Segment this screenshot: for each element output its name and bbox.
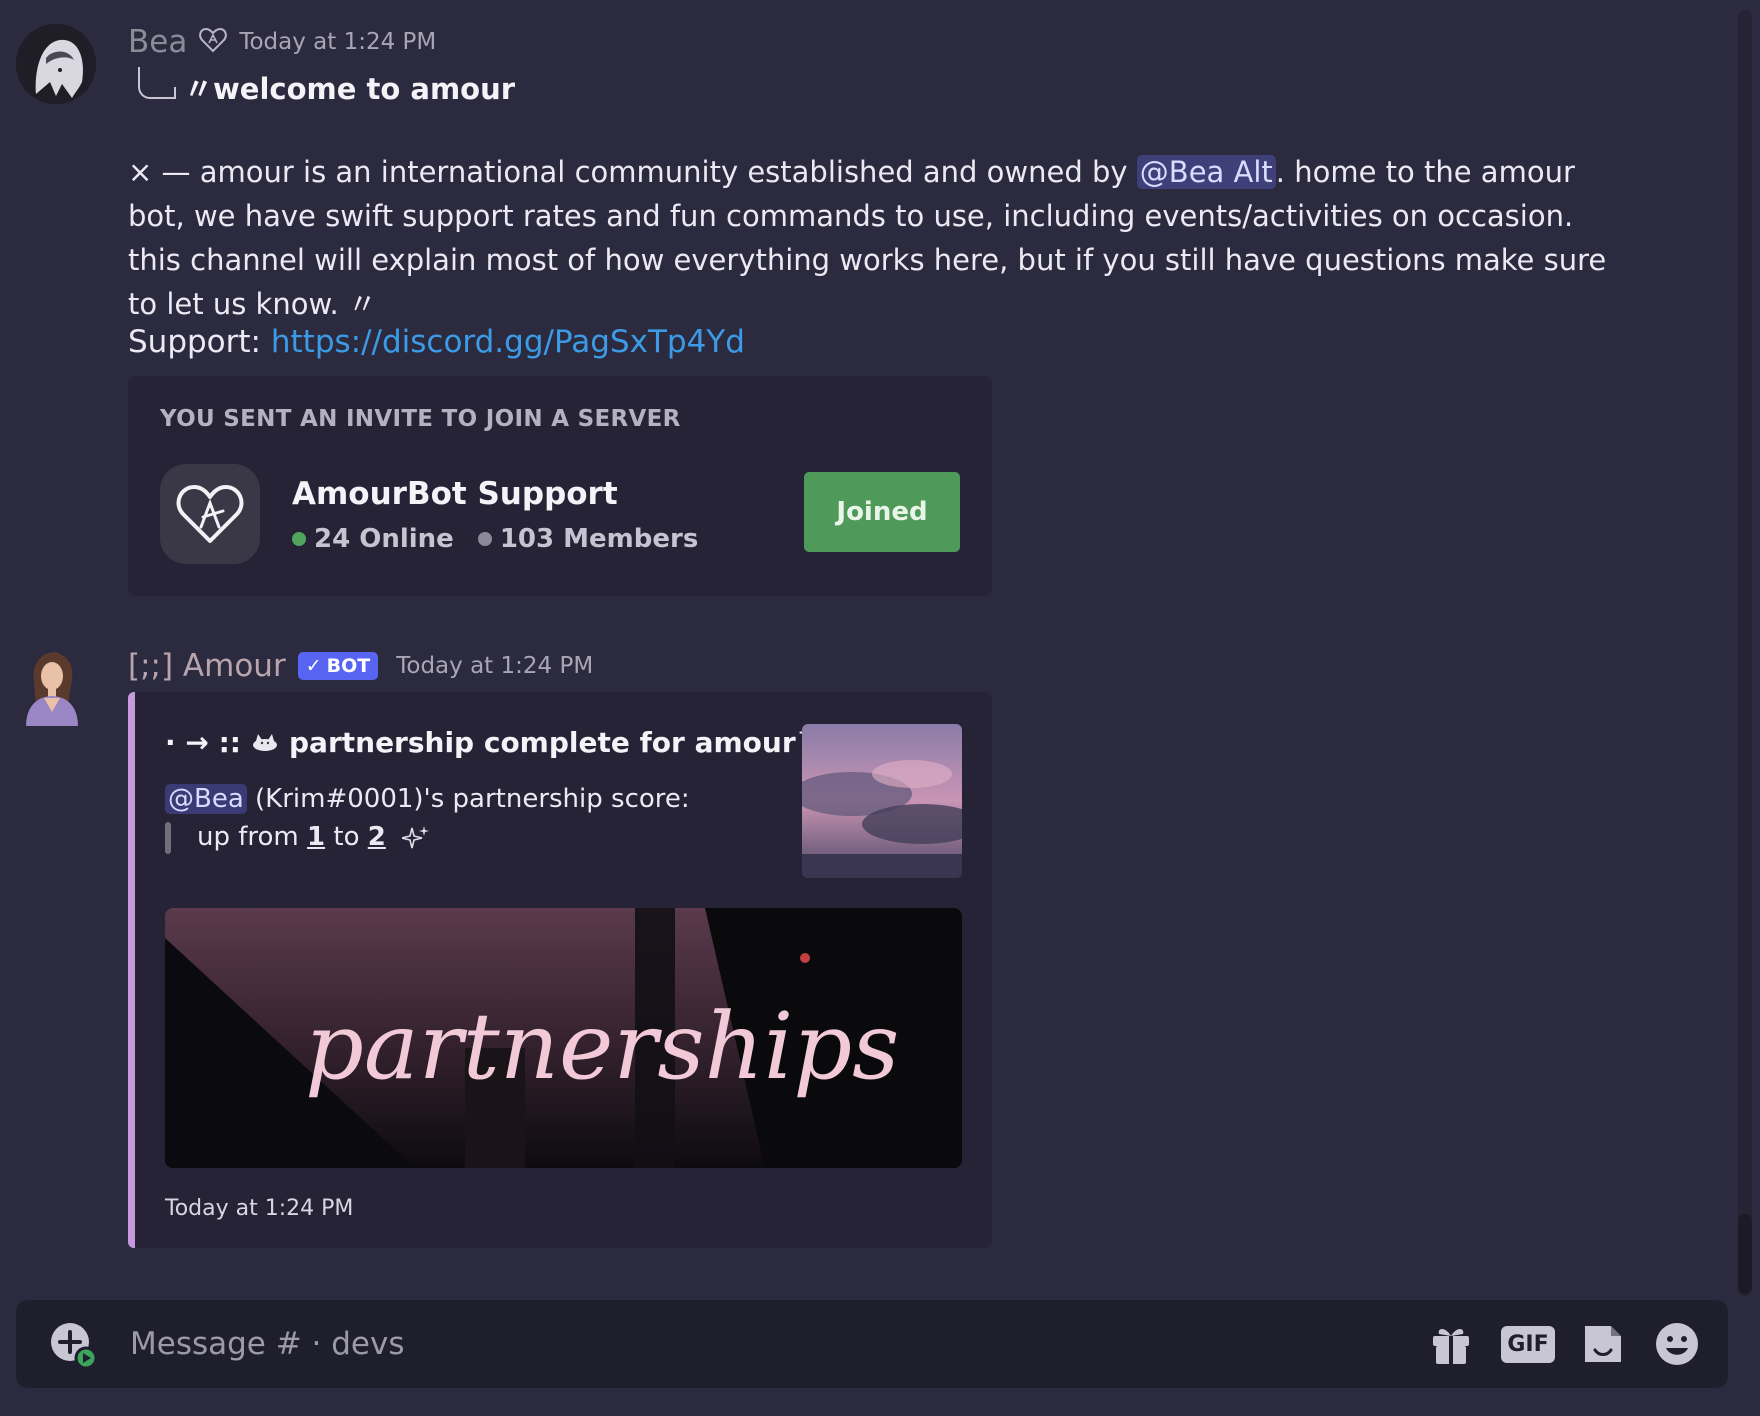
score-label: (Krim#0001)'s partnership score: (246, 784, 690, 814)
reply-hook-icon (138, 67, 176, 99)
username[interactable]: Bea (128, 24, 187, 60)
online-count: 24 Online (314, 524, 454, 554)
embed-banner-image[interactable]: partnerships (165, 908, 962, 1168)
members-dot (477, 532, 492, 546)
support-line: Support: https://discord.gg/PagSxTp4Yd (128, 324, 745, 360)
timestamp: Today at 1:24 PM (239, 29, 437, 55)
members-count: 103 Members (499, 524, 699, 554)
gif-icon[interactable]: GIF (1501, 1320, 1555, 1368)
invite-header: YOU SENT AN INVITE TO JOIN A SERVER (160, 406, 681, 432)
avatar[interactable] (20, 646, 84, 726)
sparkles-icon (394, 822, 430, 852)
username[interactable]: [;;] Amour (128, 648, 286, 684)
message-amour-bot: [;;] Amour ✓ BOT Today at 1:24 PM · → ::… (0, 640, 1760, 1260)
timestamp: Today at 1:24 PM (396, 653, 594, 679)
message-content: × — amour is an international community … (128, 150, 1628, 326)
embed-title-text: partnership complete for amour™ (289, 726, 824, 759)
message-bea: Bea Today at 1:24 PM 〃welcome to amour ×… (0, 18, 1760, 608)
scrollbar-thumb[interactable] (1738, 1214, 1752, 1294)
invite-link[interactable]: https://discord.gg/PagSxTp4Yd (271, 324, 745, 360)
to-value: 2 (367, 822, 386, 852)
embed-description: @Bea (Krim#0001)'s partnership score: up… (165, 780, 690, 856)
sticker-icon[interactable] (1578, 1320, 1628, 1368)
add-attachment-icon[interactable] (50, 1322, 98, 1370)
message-composer: Message # · devs GIF (16, 1300, 1728, 1388)
from-value: 1 (307, 822, 326, 852)
online-dot (292, 532, 306, 546)
embed-thumbnail[interactable] (802, 724, 962, 878)
avatar[interactable] (16, 24, 96, 104)
message-input[interactable]: Message # · devs (130, 1300, 405, 1388)
message-text: × — amour is an international community … (128, 155, 1137, 189)
to-label: to (325, 822, 368, 852)
user-mention[interactable]: @Bea (165, 784, 247, 814)
joined-button[interactable]: Joined (804, 472, 960, 552)
reply-text: 〃welcome to amour (184, 72, 516, 106)
cat-emoji-icon (251, 726, 279, 759)
scrollbar-track[interactable] (1738, 10, 1752, 1296)
heart-badge-icon (199, 27, 228, 57)
support-label: Support: (128, 324, 271, 360)
up-from-label: up from (197, 822, 308, 852)
bot-tag-label: BOT (326, 655, 371, 677)
embed-title-prefix: · → :: (165, 726, 241, 759)
bot-tag: ✓ BOT (297, 652, 379, 680)
server-stats: 24 Online 103 Members (292, 524, 698, 554)
emoji-icon[interactable] (1652, 1320, 1702, 1368)
quote-bar (165, 821, 171, 854)
reply-reference[interactable]: 〃welcome to amour (138, 66, 515, 108)
embed-card: · → :: partnership complete for amour™ @… (128, 692, 992, 1248)
gift-icon[interactable] (1426, 1320, 1476, 1368)
invite-card: YOU SENT AN INVITE TO JOIN A SERVER Amou… (128, 376, 992, 596)
check-icon: ✓ (305, 655, 322, 677)
banner-text: partnerships (305, 993, 899, 1100)
server-heart-icon[interactable] (160, 464, 260, 564)
embed-footer: Today at 1:24 PM (165, 1196, 354, 1221)
user-mention[interactable]: @Bea Alt (1136, 155, 1276, 189)
gif-label: GIF (1501, 1325, 1555, 1363)
server-name[interactable]: AmourBot Support (292, 476, 618, 512)
embed-title: · → :: partnership complete for amour™ (165, 726, 824, 759)
